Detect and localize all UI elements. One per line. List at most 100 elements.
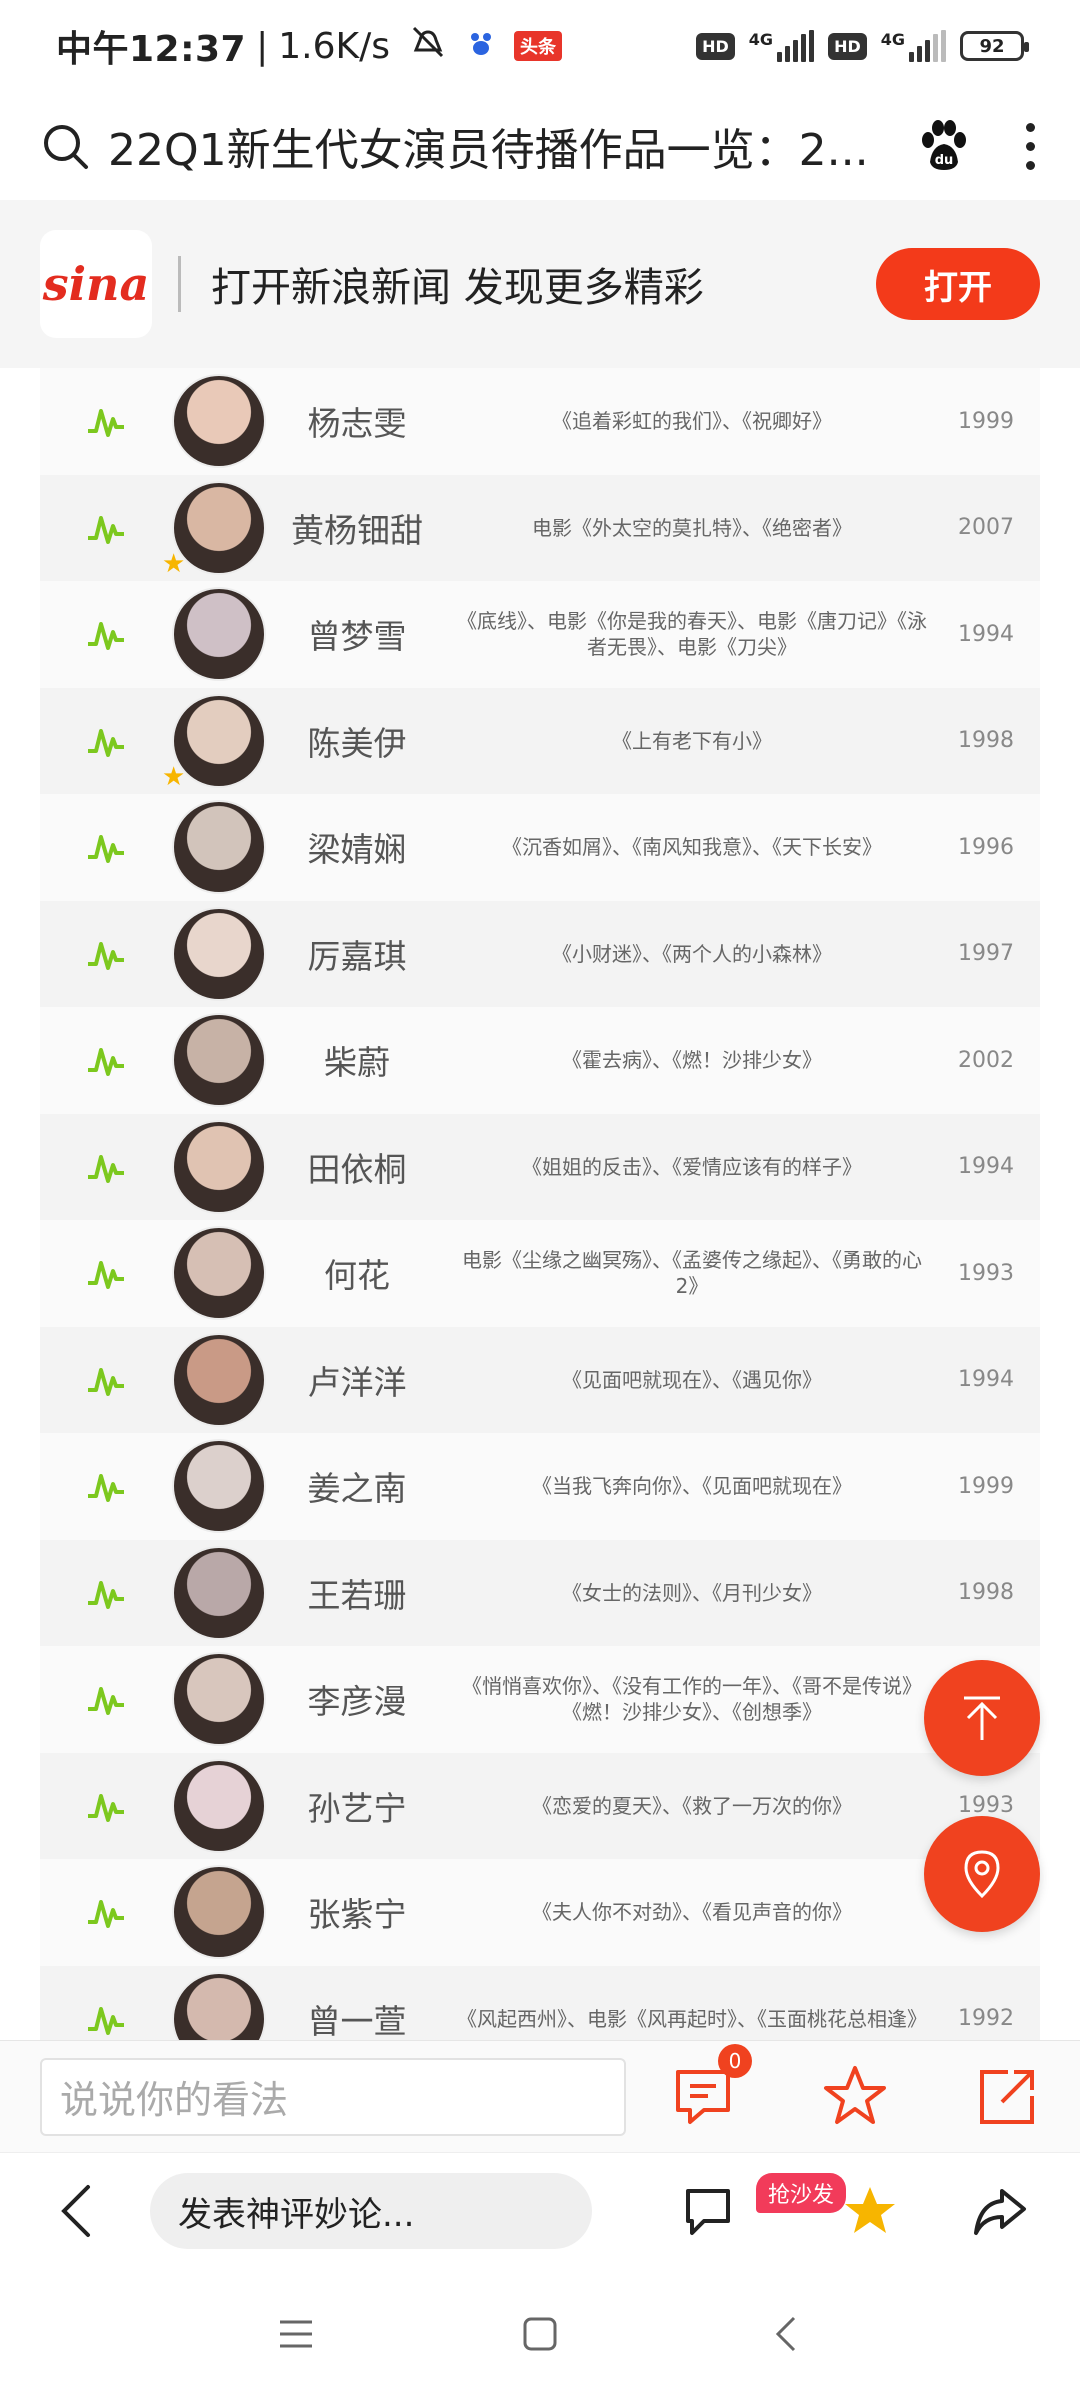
trend-icon [40, 1786, 172, 1826]
pending-works: 《恋爱的夏天》、《救了一万次的你》 [532, 1793, 852, 1818]
birth-year: 1996 [958, 834, 1014, 860]
pending-works: 《风起西州》、电影《风再起时》、《玉面桃花总相逢》 [457, 2006, 927, 2031]
home-icon[interactable] [520, 2314, 560, 2354]
status-right: HD 4G HD 4G 92 [696, 30, 1029, 62]
table-row[interactable]: 李彦漫 《悄悄喜欢你》、《没有工作的一年》、《哥不是传说》《燃！沙排少女》、《创想… [40, 1646, 1040, 1753]
birth-year: 2007 [958, 515, 1014, 541]
page-title[interactable]: 22Q1新生代女演员待播作品一览：2... [108, 114, 898, 178]
trend-icon [40, 1360, 172, 1400]
avatar [172, 1865, 266, 1960]
birth-year: 1998 [958, 1580, 1014, 1606]
svg-text:du: du [935, 153, 954, 168]
avatar [172, 1119, 266, 1214]
open-app-button[interactable]: 打开 [876, 248, 1040, 320]
table-row[interactable]: 柴蔚 《霍去病》、《燃！沙排少女》 2002 [40, 1007, 1040, 1114]
scroll-to-top-button[interactable] [924, 1660, 1040, 1776]
pending-works: 《当我飞奔向你》、《见面吧就现在》 [532, 1474, 852, 1499]
avatar [172, 587, 266, 682]
actress-name: 卢洋洋 [307, 1362, 407, 1402]
table-row[interactable]: 田依桐 《姐姐的反击》、《爱情应该有的样子》 1994 [40, 1113, 1040, 1220]
chat-bubble-icon[interactable] [680, 2183, 736, 2239]
system-back-icon[interactable] [770, 2314, 800, 2354]
birth-year: 1998 [958, 728, 1014, 754]
status-bar: 中午12:37 | 1.6K/s 头条 HD 4G HD 4G 92 [0, 0, 1080, 92]
actress-name: 柴蔚 [324, 1043, 390, 1083]
table-row[interactable]: 张紫宁 《夫人你不对劲》、《看见声音的你》 [40, 1859, 1040, 1966]
trend-icon [40, 614, 172, 654]
avatar [172, 906, 266, 1001]
mute-icon [408, 24, 448, 69]
table-row[interactable]: 梁婧娴 《沉香如屑》、《南风知我意》、《天下长安》 1996 [40, 794, 1040, 901]
trend-icon [40, 1892, 172, 1932]
table-row[interactable]: ★ 黄杨钿甜 电影《外太空的莫扎特》、《绝密者》 2007 [40, 474, 1040, 581]
avatar: ★ [162, 693, 266, 792]
table-row[interactable]: 孙艺宁 《恋爱的夏天》、《救了一万次的你》 1993 [40, 1752, 1040, 1859]
pending-works: 《霍去病》、《燃！沙排少女》 [562, 1048, 822, 1073]
actress-name: 田依桐 [307, 1149, 407, 1189]
avatar [172, 1652, 266, 1747]
birth-year: 1999 [958, 1473, 1014, 1499]
trend-icon [40, 1040, 172, 1080]
pending-works: 《上有老下有小》 [612, 728, 772, 753]
table-row[interactable]: 厉嘉琪 《小财迷》、《两个人的小森林》 1997 [40, 900, 1040, 1007]
menu-icon[interactable] [276, 2316, 316, 2352]
sina-app-banner: sina 打开新浪新闻 发现更多精彩 打开 [0, 200, 1080, 368]
actress-name: 陈美伊 [307, 723, 407, 763]
star-badge-icon: ★ [162, 761, 186, 792]
actress-name: 曾一萱 [307, 2001, 407, 2040]
arrow-up-icon [964, 1696, 1000, 1740]
trend-icon [40, 1573, 172, 1613]
network-speed: 1.6K/s [278, 25, 390, 67]
collect-star-icon[interactable] [842, 2183, 898, 2239]
location-button[interactable] [924, 1816, 1040, 1932]
pending-works: 《小财迷》、《两个人的小森林》 [552, 941, 832, 966]
actress-name: 梁婧娴 [307, 830, 407, 870]
avatar [172, 1439, 266, 1534]
forward-icon[interactable] [972, 2183, 1028, 2239]
table-row[interactable]: 王若珊 《女士的法则》、《月刊少女》 1998 [40, 1539, 1040, 1646]
table-row[interactable]: 曾一萱 《风起西州》、电影《风再起时》、《玉面桃花总相逢》 1992 [40, 1965, 1040, 2040]
table-row[interactable]: 何花 电影《尘缘之幽冥殇》、《孟婆传之缘起》、《勇敢的心2》 1993 [40, 1220, 1040, 1327]
signal-icon [777, 30, 815, 62]
search-icon[interactable] [40, 121, 90, 171]
table-row[interactable]: 杨志雯 《追着彩虹的我们》、《祝卿好》 1999 [40, 368, 1040, 475]
table-row[interactable]: 曾梦雪 《底线》、电影《你是我的春天》、电影《唐刀记》《泳者无畏》、电影《刀尖》 1… [40, 581, 1040, 688]
battery-icon: 92 [960, 31, 1029, 61]
table-row[interactable]: ★ 陈美伊 《上有老下有小》 1998 [40, 687, 1040, 794]
toutiao-app-icon: 头条 [513, 31, 562, 61]
actress-name: 李彦漫 [307, 1682, 407, 1722]
birth-year: 1997 [958, 941, 1014, 967]
comment-compose-input[interactable]: 发表神评妙论... [150, 2173, 592, 2249]
status-separator: | [256, 25, 269, 67]
trend-icon [40, 1679, 172, 1719]
actress-name: 姜之南 [307, 1469, 407, 1509]
table-row[interactable]: 卢洋洋 《见面吧就现在》、《遇见你》 1994 [40, 1326, 1040, 1433]
bottom-bar: 发表神评妙论... 抢沙发 [0, 2152, 1080, 2268]
actress-name: 王若珊 [307, 1575, 407, 1615]
avatar [172, 1332, 266, 1427]
birth-year: 2002 [958, 1047, 1014, 1073]
trend-icon [40, 934, 172, 974]
trend-icon [40, 1253, 172, 1293]
baidu-paw-icon[interactable]: du [916, 118, 972, 174]
favorite-star-icon[interactable] [820, 2062, 890, 2132]
location-pin-icon [964, 1850, 1000, 1899]
avatar [172, 800, 266, 895]
pending-works: 《姐姐的反击》、《爱情应该有的样子》 [522, 1154, 862, 1179]
comment-bar: 说说你的看法 [0, 2040, 1080, 2152]
avatar: ★ [162, 480, 266, 579]
pending-works: 电影《尘缘之幽冥殇》、《孟婆传之缘起》、《勇敢的心2》 [462, 1248, 922, 1299]
comment-input[interactable]: 说说你的看法 [40, 2057, 626, 2136]
share-icon[interactable] [972, 2062, 1042, 2132]
trend-icon [40, 721, 172, 761]
pending-works: 《追着彩虹的我们》、《祝卿好》 [552, 409, 832, 434]
trend-icon [40, 401, 172, 441]
back-arrow-icon[interactable] [56, 2183, 96, 2239]
signal-icon-2 [909, 30, 946, 62]
sina-logo: sina [40, 230, 152, 338]
birth-year: 1994 [958, 1154, 1014, 1180]
hd-badge-2: HD [828, 32, 867, 60]
table-row[interactable]: 姜之南 《当我飞奔向你》、《见面吧就现在》 1999 [40, 1433, 1040, 1540]
more-options-icon[interactable] [1020, 122, 1040, 170]
pending-works: 《夫人你不对劲》、《看见声音的你》 [532, 1900, 852, 1925]
